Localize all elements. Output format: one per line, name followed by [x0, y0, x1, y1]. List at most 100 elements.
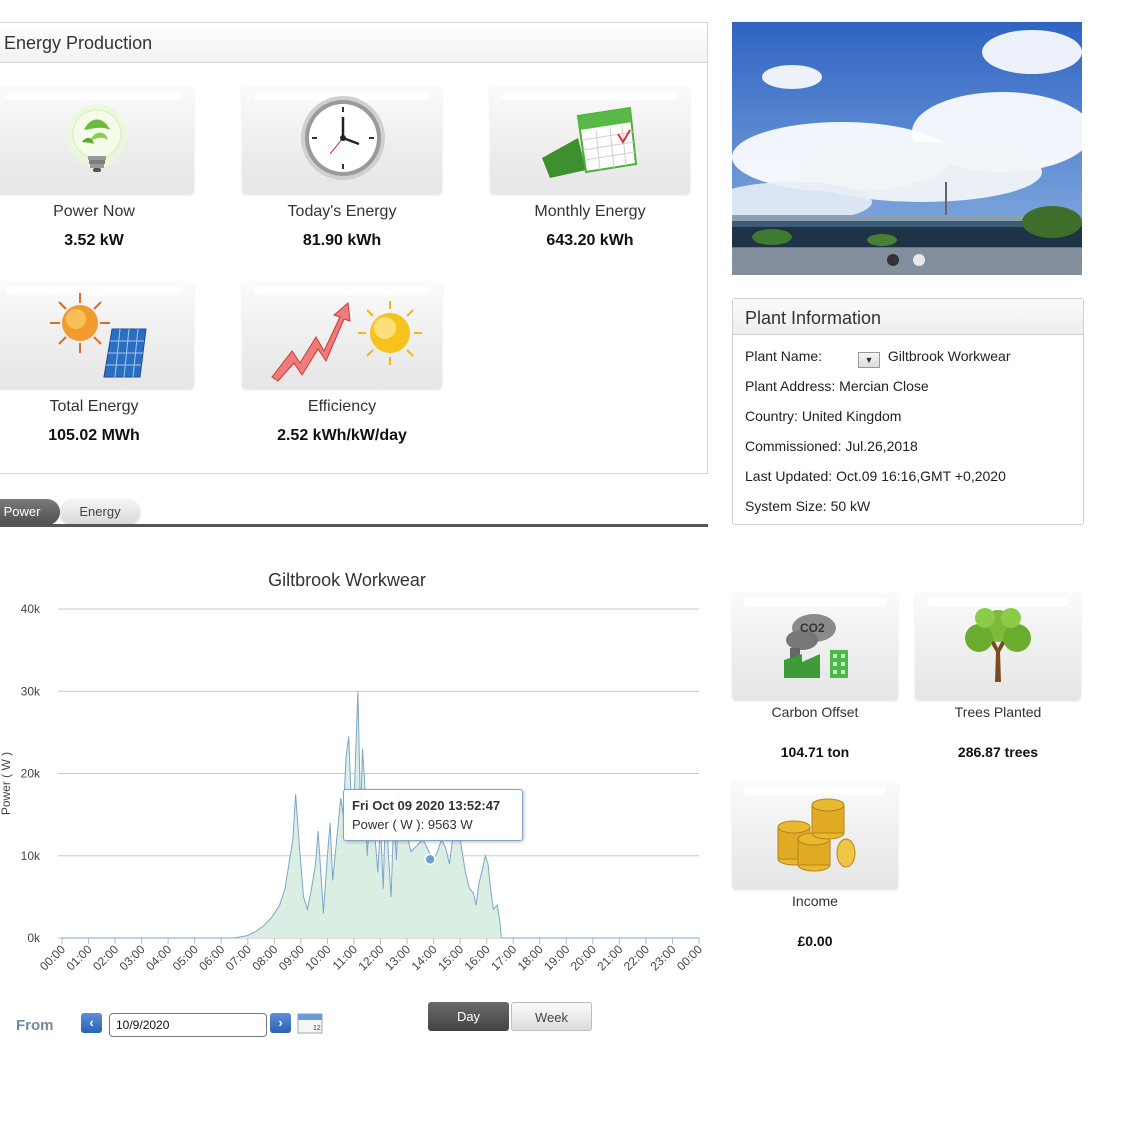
svg-text:CO2: CO2 — [800, 621, 825, 635]
trees-planted-tile[interactable] — [915, 592, 1081, 700]
x-tick-label: 20:00 — [568, 942, 599, 973]
chart-arrow-sun-icon — [271, 301, 422, 382]
coins-icon — [777, 798, 856, 872]
tile-label: Total Energy — [49, 398, 139, 415]
y-tick-label: 10k — [21, 849, 41, 863]
chart-tooltip: Fri Oct 09 2020 13:52:47 Power ( W ): 95… — [343, 789, 523, 841]
x-tick-label: 21:00 — [594, 942, 625, 973]
row-value: Oct.09 16:16,GMT +0,2020 — [836, 468, 1006, 484]
carousel-dot-1[interactable] — [887, 254, 899, 266]
prev-day-button[interactable]: ‹ — [81, 1013, 102, 1033]
plant-information-panel: Plant Information Plant Name: ▼ Giltbroo… — [732, 298, 1084, 525]
x-tick-label: 01:00 — [64, 942, 95, 973]
commissioned-row: Commissioned: Jul.26,2018 — [745, 438, 918, 454]
x-tick-label: 06:00 — [196, 942, 227, 973]
chevron-right-icon: › — [278, 1015, 283, 1030]
plant-name-row: Plant Name: ▼ Giltbrook Workwear — [745, 348, 1011, 368]
tile-label: Income — [792, 893, 838, 909]
tab-power[interactable]: Power — [0, 499, 60, 525]
row-label: System Size: — [745, 498, 827, 514]
x-tick-label: 07:00 — [223, 942, 254, 973]
x-tick-label: 02:00 — [90, 942, 121, 973]
x-tick-label: 03:00 — [117, 942, 148, 973]
calendar-icon — [542, 106, 638, 178]
next-day-button[interactable]: › — [270, 1013, 291, 1033]
tab-divider — [0, 524, 708, 527]
row-label: Country: — [745, 408, 798, 424]
x-tick-label: 00:00 — [674, 942, 705, 973]
panel-title: Energy Production — [4, 33, 153, 53]
y-tick-label: 20k — [21, 767, 41, 781]
total-energy-tile[interactable] — [0, 281, 194, 389]
svg-text:12: 12 — [313, 1025, 321, 1032]
tile-value: 3.52 kW — [64, 232, 124, 249]
row-value: Jul.26,2018 — [845, 438, 918, 454]
x-tick-label: 22:00 — [621, 942, 652, 973]
date-input[interactable] — [109, 1013, 267, 1037]
x-tick-label: 17:00 — [488, 942, 519, 973]
tile-value: £0.00 — [797, 933, 833, 949]
tile-label: Today's Energy — [287, 203, 397, 220]
efficiency-tile[interactable] — [242, 281, 442, 389]
tile-value: 286.87 trees — [957, 744, 1039, 760]
panel-title: Plant Information — [745, 308, 882, 328]
y-tick-label: 30k — [21, 684, 41, 698]
x-tick-label: 00:00 — [37, 942, 68, 973]
x-tick-label: 18:00 — [515, 942, 546, 973]
plant-photo-carousel[interactable] — [732, 22, 1082, 275]
tile-label: Trees Planted — [954, 704, 1042, 720]
tile-label: Carbon Offset — [771, 704, 859, 720]
y-tick-label: 40k — [21, 602, 41, 616]
row-label: Plant Name: — [745, 348, 823, 364]
x-tick-label: 23:00 — [647, 942, 678, 973]
plant-address-row: Plant Address: Mercian Close — [745, 378, 929, 394]
x-tick-label: 05:00 — [170, 942, 201, 973]
tab-energy[interactable]: Energy — [60, 499, 140, 525]
co2-factory-icon: CO2 — [784, 614, 848, 678]
chevron-left-icon: ‹ — [89, 1015, 94, 1030]
x-tick-label: 15:00 — [435, 942, 466, 973]
tile-value: 105.02 MWh — [48, 427, 140, 444]
tile-label: Monthly Energy — [534, 203, 646, 220]
x-tick-label: 09:00 — [276, 942, 307, 973]
calendar-small-icon[interactable]: 12 — [297, 1012, 323, 1034]
tooltip-point — [424, 853, 436, 866]
x-tick-label: 12:00 — [355, 942, 386, 973]
power-now-tile[interactable] — [0, 86, 194, 194]
tree-icon — [965, 608, 1031, 682]
tile-value: 2.52 kWh/kW/day — [277, 427, 407, 444]
row-value: United Kingdom — [801, 408, 902, 424]
system-size-row: System Size: 50 kW — [745, 498, 870, 514]
monthly-energy-tile[interactable] — [490, 86, 690, 194]
tooltip-title: Fri Oct 09 2020 13:52:47 — [352, 798, 501, 813]
x-tick-label: 10:00 — [302, 942, 333, 973]
row-value: Mercian Close — [839, 378, 929, 394]
panel-header: Plant Information — [733, 299, 1083, 335]
tile-value: 104.71 ton — [780, 744, 850, 760]
x-tick-label: 19:00 — [541, 942, 572, 973]
plant-name-dropdown[interactable]: ▼ — [857, 352, 880, 368]
day-button[interactable]: Day — [428, 1002, 509, 1031]
x-tick-label: 04:00 — [143, 942, 174, 973]
plant-photo — [732, 22, 1082, 275]
x-tick-label: 13:00 — [382, 942, 413, 973]
row-label: Plant Address: — [745, 378, 836, 394]
tooltip-text: Power ( W ): 9563 W — [352, 817, 473, 832]
y-axis-title: Power ( W ) — [0, 752, 13, 815]
x-tick-label: 11:00 — [330, 942, 361, 973]
chart-title: Giltbrook Workwear — [268, 570, 426, 590]
row-value: Giltbrook Workwear — [887, 348, 1011, 364]
carbon-offset-tile[interactable]: CO2 — [732, 592, 898, 700]
y-tick-label: 0k — [27, 931, 41, 945]
lightbulb-leaf-icon — [67, 104, 127, 172]
carousel-dot-2[interactable] — [913, 254, 925, 266]
todays-energy-tile[interactable] — [242, 86, 442, 194]
panel-header: Energy Production — [0, 23, 707, 63]
clock-icon — [301, 96, 385, 180]
tile-value: 81.90 kWh — [302, 232, 382, 249]
from-label: From — [16, 1017, 54, 1034]
week-button[interactable]: Week — [511, 1002, 592, 1031]
tile-label: Efficiency — [307, 398, 377, 415]
income-tile[interactable] — [732, 781, 898, 889]
row-label: Commissioned: — [745, 438, 842, 454]
